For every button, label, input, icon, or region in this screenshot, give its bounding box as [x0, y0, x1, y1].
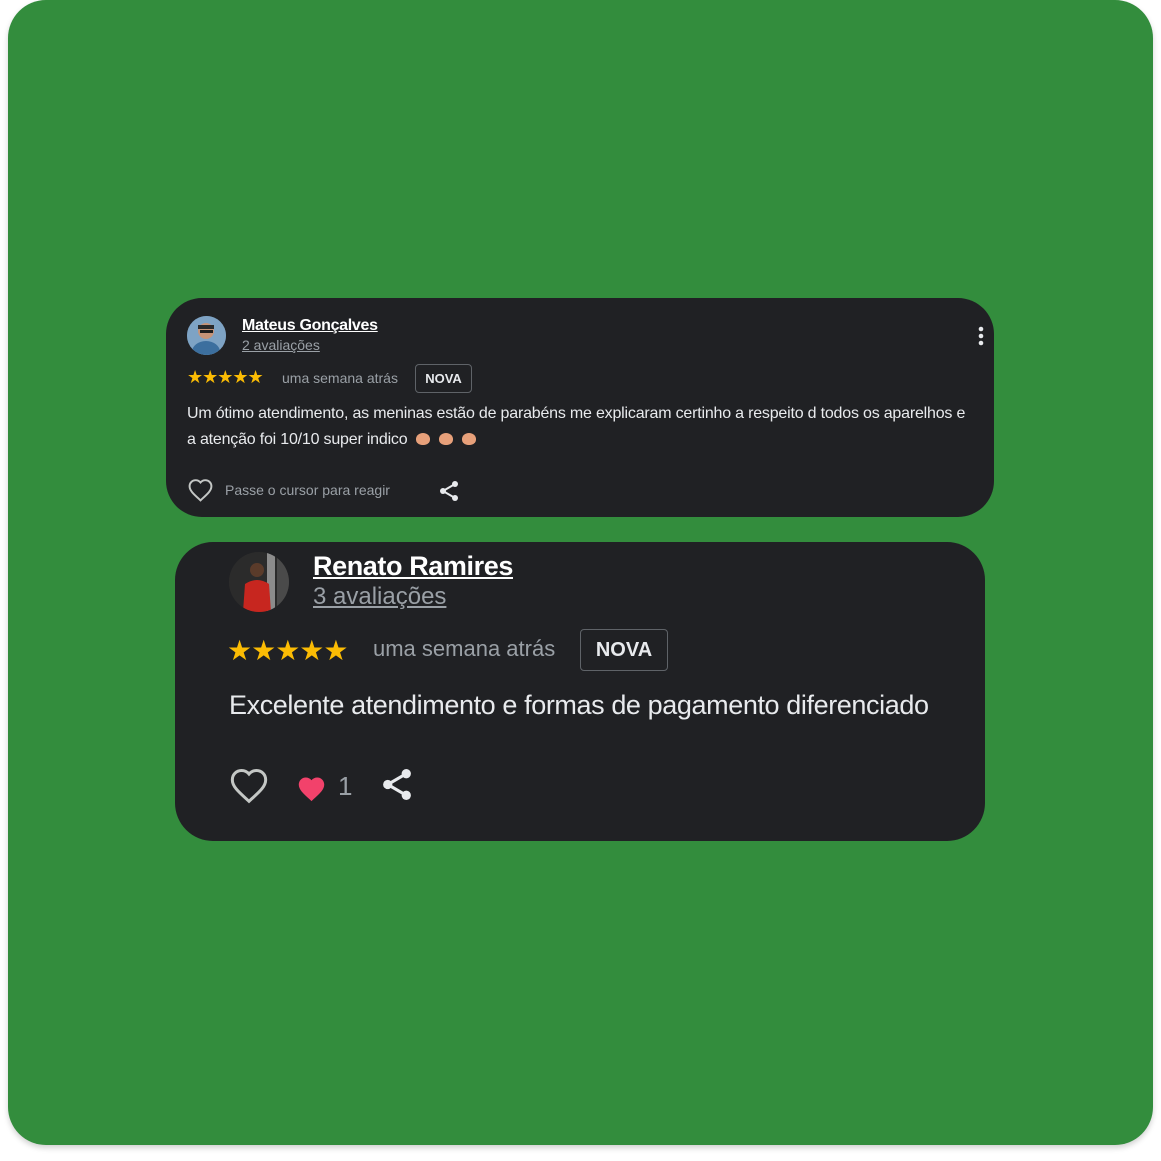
new-badge: NOVA: [415, 364, 472, 393]
review-text-content: Um ótimo atendimento, as meninas estão d…: [187, 405, 966, 448]
share-icon[interactable]: [380, 767, 414, 802]
author-name-link[interactable]: Mateus Gonçalves: [242, 317, 378, 335]
star-rating: ★★★★★: [227, 635, 349, 666]
heart-reaction-icon[interactable]: [296, 775, 327, 803]
heart-outline-icon[interactable]: [229, 767, 269, 804]
review-text: Excelente atendimento e formas de pagame…: [229, 690, 929, 720]
new-badge: NOVA: [580, 629, 668, 671]
reaction-count: 1: [338, 771, 353, 801]
review-card: Renato Ramires 3 avaliações ★★★★★ uma se…: [175, 542, 985, 841]
review-time: uma semana atrás: [282, 370, 398, 386]
author-reviews-count-link[interactable]: 2 avaliações: [242, 337, 320, 353]
heart-outline-icon[interactable]: [187, 478, 214, 502]
author-reviews-count-link[interactable]: 3 avaliações: [313, 583, 446, 611]
review-time: uma semana atrás: [373, 636, 556, 661]
clapping-hands-icon: [416, 433, 431, 445]
react-hint: Passe o cursor para reagir: [225, 482, 390, 498]
share-icon[interactable]: [438, 480, 460, 502]
clapping-hands-icon: [462, 433, 477, 445]
author-name-link[interactable]: Renato Ramires: [313, 551, 513, 582]
review-text: Um ótimo atendimento, as meninas estão d…: [187, 401, 977, 453]
clapping-hands-icon: [439, 433, 454, 445]
avatar[interactable]: [229, 552, 289, 612]
more-options-icon[interactable]: [977, 325, 985, 347]
review-card: Mateus Gonçalves 2 avaliações ★★★★★ uma …: [166, 298, 994, 517]
star-rating: ★★★★★: [187, 367, 264, 387]
avatar[interactable]: [187, 316, 226, 355]
